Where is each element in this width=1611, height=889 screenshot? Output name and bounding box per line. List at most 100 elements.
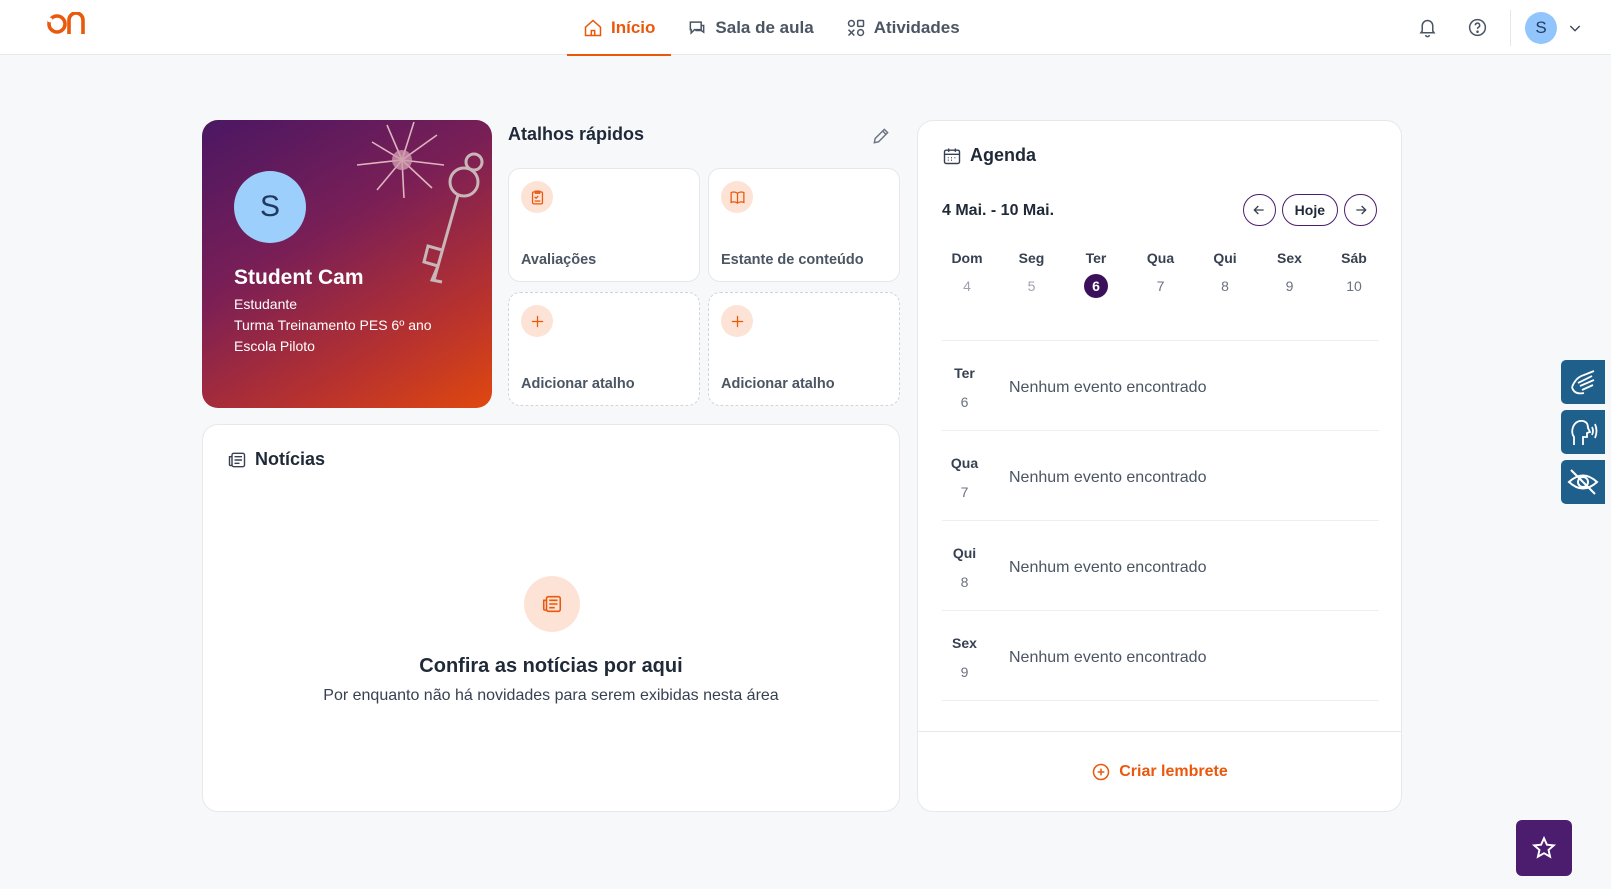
- profile-role: Estudante: [234, 296, 298, 312]
- star-icon: [1531, 835, 1557, 859]
- day-sab[interactable]: Sáb 10: [1329, 250, 1379, 298]
- create-reminder-label: Criar lembrete: [1119, 762, 1228, 780]
- event-day: Qua: [950, 455, 979, 471]
- day-date: 4: [963, 278, 971, 294]
- list-item: Ter 6 Nenhum evento encontrado: [942, 341, 1379, 431]
- list-item: Qui 8 Nenhum evento encontrado: [942, 521, 1379, 611]
- chevron-down-icon: [1569, 25, 1581, 32]
- day-sex[interactable]: Sex 9: [1265, 250, 1315, 298]
- arrow-right-icon: [1355, 205, 1367, 215]
- next-week-button[interactable]: [1344, 194, 1377, 226]
- event-date: 8: [960, 574, 969, 590]
- day-date: 7: [1156, 278, 1165, 294]
- nav-tab-atividades[interactable]: Atividades: [830, 0, 976, 55]
- sign-language-icon: [1571, 370, 1595, 395]
- favorites-button[interactable]: [1516, 820, 1572, 876]
- nav-tab-label: Atividades: [873, 17, 960, 37]
- create-reminder-button[interactable]: Criar lembrete: [918, 731, 1401, 811]
- shortcut-label: Adicionar atalho: [521, 376, 635, 392]
- shortcut-estante[interactable]: Estante de conteúdo: [708, 168, 900, 282]
- day-date: 10: [1346, 278, 1362, 294]
- edit-shortcuts-button[interactable]: [871, 126, 893, 148]
- day-name: Dom: [951, 250, 983, 266]
- shortcut-label: Avaliações: [521, 252, 597, 268]
- news-empty-title: Confira as notícias por aqui: [419, 655, 683, 677]
- event-date: 6: [960, 394, 969, 410]
- add-shortcut-button[interactable]: Adicionar atalho: [708, 292, 900, 406]
- help-button[interactable]: [1452, 0, 1502, 55]
- nav-tab-label: Sala de aula: [715, 17, 814, 37]
- week-navigation: Hoje: [1242, 194, 1377, 226]
- event-list: Ter 6 Nenhum evento encontrado Qua 7 Nen…: [942, 340, 1379, 701]
- week-strip: Dom 4 Seg 5 Ter 6 Qua 7 Qui 8 Sex 9 Sáb 10: [942, 250, 1379, 298]
- day-name: Seg: [1018, 250, 1045, 266]
- nav-tab-sala-de-aula[interactable]: Sala de aula: [671, 0, 829, 55]
- day-name: Sex: [1277, 250, 1302, 266]
- nav-tab-label: Início: [611, 17, 656, 37]
- agenda-title: Agenda: [970, 145, 1037, 165]
- main-nav: Início Sala de aula Atividades: [567, 0, 976, 56]
- speaking-head-icon: [1571, 419, 1598, 445]
- day-seg[interactable]: Seg 5: [1007, 250, 1057, 298]
- plus-icon: [721, 305, 753, 337]
- app-logo[interactable]: [47, 12, 89, 36]
- shortcuts-title: Atalhos rápidos: [508, 124, 645, 144]
- shapes-icon: [847, 19, 864, 36]
- calendar-icon: [943, 148, 961, 164]
- day-ter[interactable]: Ter 6: [1071, 250, 1121, 298]
- shortcut-avaliacoes[interactable]: Avaliações: [508, 168, 700, 282]
- day-name: Qua: [1146, 250, 1175, 266]
- event-day: Ter: [954, 365, 975, 381]
- profile-school: Escola Piloto: [234, 338, 315, 354]
- day-qui[interactable]: Qui 8: [1200, 250, 1250, 298]
- event-date: 7: [960, 484, 969, 500]
- plus-circle-icon: [1093, 763, 1110, 780]
- list-item: Sex 9 Nenhum evento encontrado: [942, 611, 1379, 701]
- key-illustration: [356, 121, 484, 284]
- newspaper-icon: [228, 452, 246, 467]
- user-menu[interactable]: S: [1525, 11, 1583, 44]
- book-icon: [721, 181, 753, 213]
- newspaper-icon: [524, 576, 580, 632]
- sign-language-button[interactable]: [1561, 360, 1605, 404]
- user-avatar: S: [1525, 11, 1557, 44]
- agenda-card: Agenda 4 Mai. - 10 Mai. Hoje Dom 4 Seg 5 T…: [917, 120, 1402, 812]
- previous-week-button[interactable]: [1242, 194, 1276, 226]
- event-text: Nenhum evento encontrado: [1009, 379, 1207, 396]
- clipboard-icon: [521, 181, 553, 213]
- day-date: 9: [1285, 278, 1294, 294]
- news-title: Notícias: [255, 449, 326, 469]
- day-date: 8: [1221, 278, 1229, 294]
- day-name: Ter: [1085, 250, 1107, 266]
- event-date: 9: [960, 664, 969, 680]
- plus-icon: [521, 305, 553, 337]
- profile-name: Student Cam: [234, 266, 364, 289]
- event-text: Nenhum evento encontrado: [1009, 469, 1207, 486]
- shortcut-label: Adicionar atalho: [721, 376, 835, 392]
- eye-off-icon: [1567, 469, 1599, 495]
- help-icon: [1468, 18, 1486, 37]
- notifications-button[interactable]: [1402, 0, 1452, 55]
- add-shortcut-button[interactable]: Adicionar atalho: [508, 292, 700, 406]
- visibility-button[interactable]: [1561, 460, 1605, 504]
- news-header: Notícias: [227, 449, 325, 470]
- day-qua[interactable]: Qua 7: [1136, 250, 1186, 298]
- voice-reader-button[interactable]: [1561, 410, 1605, 454]
- nav-tab-inicio[interactable]: Início: [567, 0, 672, 56]
- top-actions: S: [1402, 0, 1611, 55]
- profile-avatar: S: [234, 171, 306, 243]
- event-day: Sex: [952, 635, 977, 651]
- event-text: Nenhum evento encontrado: [1009, 649, 1207, 666]
- day-dom[interactable]: Dom 4: [942, 250, 992, 298]
- arrow-left-icon: [1253, 205, 1264, 215]
- agenda-header: Agenda: [942, 145, 1036, 166]
- top-navigation-bar: Início Sala de aula Atividades S: [0, 0, 1611, 56]
- day-name: Sáb: [1341, 250, 1367, 266]
- week-range: 4 Mai. - 10 Mai.: [942, 202, 1055, 219]
- bell-icon: [1418, 19, 1436, 38]
- news-empty-subtitle: Por enquanto não há novidades para serem…: [323, 687, 779, 704]
- today-button[interactable]: Hoje: [1281, 194, 1338, 226]
- profile-card: S Student Cam Estudante Turma Treinament…: [202, 120, 492, 408]
- home-icon: [584, 18, 602, 36]
- shortcut-label: Estante de conteúdo: [721, 252, 864, 268]
